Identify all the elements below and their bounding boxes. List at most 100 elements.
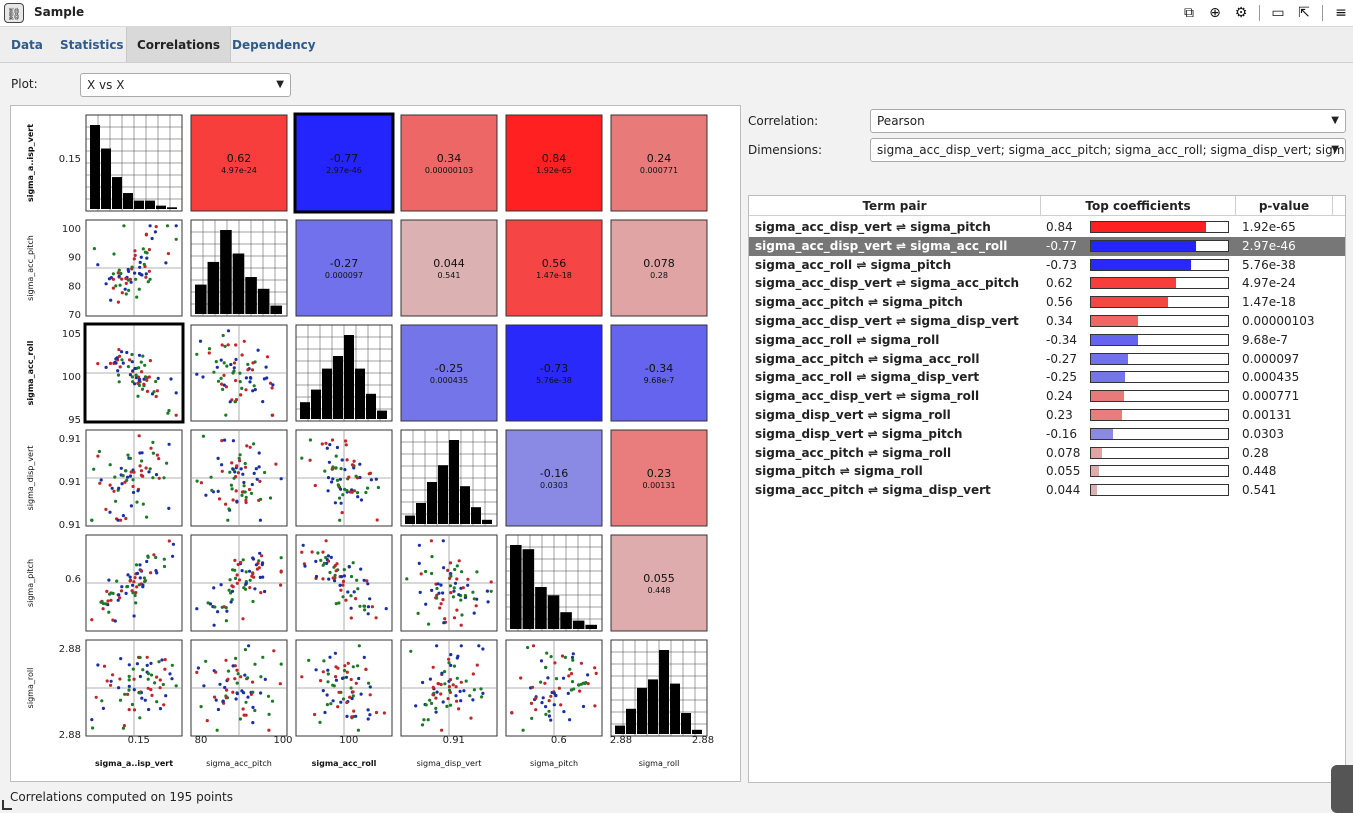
scatter-point — [446, 697, 450, 701]
scatter-point — [362, 655, 366, 660]
tab-correlations[interactable]: Correlations — [126, 27, 232, 62]
scatter-point — [123, 692, 127, 696]
scatter-point — [466, 577, 470, 581]
scatter-point — [364, 490, 368, 495]
scatter-point — [326, 668, 330, 672]
scatter-point — [329, 702, 333, 706]
scatter-point — [448, 703, 453, 707]
correlation-coef-label: -0.27 — [330, 257, 358, 270]
scatter-point — [167, 506, 171, 510]
scatter-point — [461, 586, 465, 590]
table-row[interactable]: sigma_pitch ⇌ sigma_roll 0.055 0.448 — [749, 462, 1345, 481]
scatter-point — [258, 479, 262, 483]
dimensions-select[interactable]: sigma_acc_disp_vert; sigma_acc_pitch; si… — [870, 138, 1346, 162]
plot-select[interactable]: X vs X ▼ — [80, 73, 291, 97]
left-tick-label: 95 — [68, 415, 81, 426]
header-top-coefficients[interactable]: Top coefficients — [1041, 196, 1236, 216]
table-row[interactable]: sigma_acc_disp_vert ⇌ sigma_pitch 0.84 1.9… — [749, 218, 1345, 237]
correlation-coef-label: -0.77 — [330, 152, 358, 165]
zoom-icon[interactable]: ⊕ — [1206, 4, 1224, 22]
scatter-point — [234, 697, 238, 701]
scatter-point — [441, 591, 445, 595]
table-row[interactable]: sigma_acc_disp_vert ⇌ sigma_acc_roll -0.7… — [749, 236, 1345, 256]
scatter-point — [369, 478, 373, 482]
table-row[interactable]: sigma_acc_pitch ⇌ sigma_acc_roll -0.27 0.0… — [749, 350, 1345, 369]
scatter-point — [229, 362, 233, 367]
scatter-point — [362, 578, 366, 582]
scatter-point — [547, 709, 551, 713]
table-row[interactable]: sigma_acc_roll ⇌ sigma_roll -0.34 9.68e-7 — [749, 331, 1345, 350]
table-row[interactable]: sigma_acc_pitch ⇌ sigma_disp_vert 0.044 0.… — [749, 481, 1345, 500]
scatter-point — [235, 573, 239, 577]
scatter-point — [489, 580, 493, 584]
left-tick-label: 0.91 — [59, 477, 81, 488]
scatter-point — [356, 728, 360, 732]
scatter-point — [108, 592, 112, 596]
gear-icon[interactable]: ⚙ — [1232, 4, 1250, 22]
histogram-bar — [585, 624, 597, 629]
scatter-point — [267, 728, 271, 732]
scatter-matrix[interactable]: 0.624.97e-24 -0.772.97e-46 0.340.00000103 0… — [11, 106, 740, 781]
tab-data[interactable]: Data — [1, 27, 53, 62]
left-axis-label: sigma_acc_pitch — [26, 235, 35, 301]
side-panel-handle[interactable] — [1331, 765, 1353, 813]
scatter-point — [127, 678, 131, 682]
scatter-point — [543, 681, 547, 685]
scatter-point — [137, 434, 141, 438]
p-value-cell: 0.541 — [1242, 483, 1277, 498]
scatter-point — [355, 491, 360, 495]
header-p-value[interactable]: p-value — [1236, 196, 1333, 216]
bottom-tick-label: 2.88 — [610, 735, 632, 746]
table-row[interactable]: sigma_disp_vert ⇌ sigma_roll 0.23 0.00131 — [749, 406, 1345, 425]
scatter-point — [424, 703, 428, 707]
table-row[interactable]: sigma_acc_roll ⇌ sigma_disp_vert -0.25 0.0… — [749, 368, 1345, 387]
scatter-point — [157, 476, 161, 480]
scatter-point — [226, 329, 231, 333]
table-row[interactable]: sigma_acc_roll ⇌ sigma_pitch -0.73 5.76e-3… — [749, 256, 1345, 275]
scatter-point — [131, 478, 135, 482]
tab-statistics[interactable]: Statistics — [50, 27, 134, 62]
coefficient-cell: 0.34 — [1046, 314, 1073, 328]
tab-dependency[interactable]: Dependency — [222, 27, 326, 62]
table-row[interactable]: sigma_acc_disp_vert ⇌ sigma_roll 0.24 0.00… — [749, 387, 1345, 406]
scatter-point — [105, 589, 109, 593]
scatter-point — [374, 710, 379, 715]
table-row[interactable]: sigma_acc_pitch ⇌ sigma_pitch 0.56 1.47e-1… — [749, 293, 1345, 312]
scatter-point — [333, 651, 337, 655]
scatter-point — [448, 584, 453, 588]
scatter-point — [356, 495, 360, 499]
link-icon[interactable]: ⛓ — [4, 3, 24, 23]
scatter-point — [325, 693, 329, 697]
scatter-point — [436, 582, 440, 586]
correlation-p-label: 4.97e-24 — [221, 166, 257, 175]
scatter-point — [220, 382, 224, 386]
table-row[interactable]: sigma_disp_vert ⇌ sigma_pitch -0.16 0.0303 — [749, 425, 1345, 444]
histogram-bar — [510, 545, 522, 629]
scatter-point — [96, 362, 100, 366]
scatter-point — [440, 671, 444, 675]
menu-icon[interactable]: ≡ — [1332, 4, 1350, 22]
header-term-pair[interactable]: Term pair — [749, 196, 1041, 216]
scatter-point — [343, 664, 347, 668]
scatter-point — [240, 490, 244, 494]
table-row[interactable]: sigma_acc_disp_vert ⇌ sigma_acc_pitch 0.6… — [749, 274, 1345, 293]
table-row[interactable]: sigma_acc_disp_vert ⇌ sigma_disp_vert 0.3… — [749, 312, 1345, 331]
scatter-point — [219, 583, 223, 587]
scatter-point — [108, 463, 112, 467]
scatter-point — [346, 661, 350, 665]
minimize-window-icon[interactable]: ▭ — [1269, 4, 1287, 22]
popout-icon[interactable]: ⇱ — [1295, 4, 1313, 22]
scatter-point — [230, 589, 235, 593]
scatter-point — [114, 284, 118, 288]
coefficient-bar — [1090, 221, 1229, 233]
correlation-select[interactable]: Pearson ▼ — [870, 109, 1346, 133]
resize-corner-icon[interactable] — [2, 800, 12, 810]
scatter-point — [101, 607, 105, 611]
table-row[interactable]: sigma_acc_pitch ⇌ sigma_roll 0.078 0.28 — [749, 444, 1345, 463]
scatter-point — [152, 553, 156, 557]
scatter-point — [243, 648, 247, 652]
copy-window-icon[interactable]: ⧉ — [1180, 4, 1198, 22]
scatter-point — [367, 681, 371, 685]
scatter-point — [375, 518, 379, 522]
scatter-point — [534, 708, 538, 712]
